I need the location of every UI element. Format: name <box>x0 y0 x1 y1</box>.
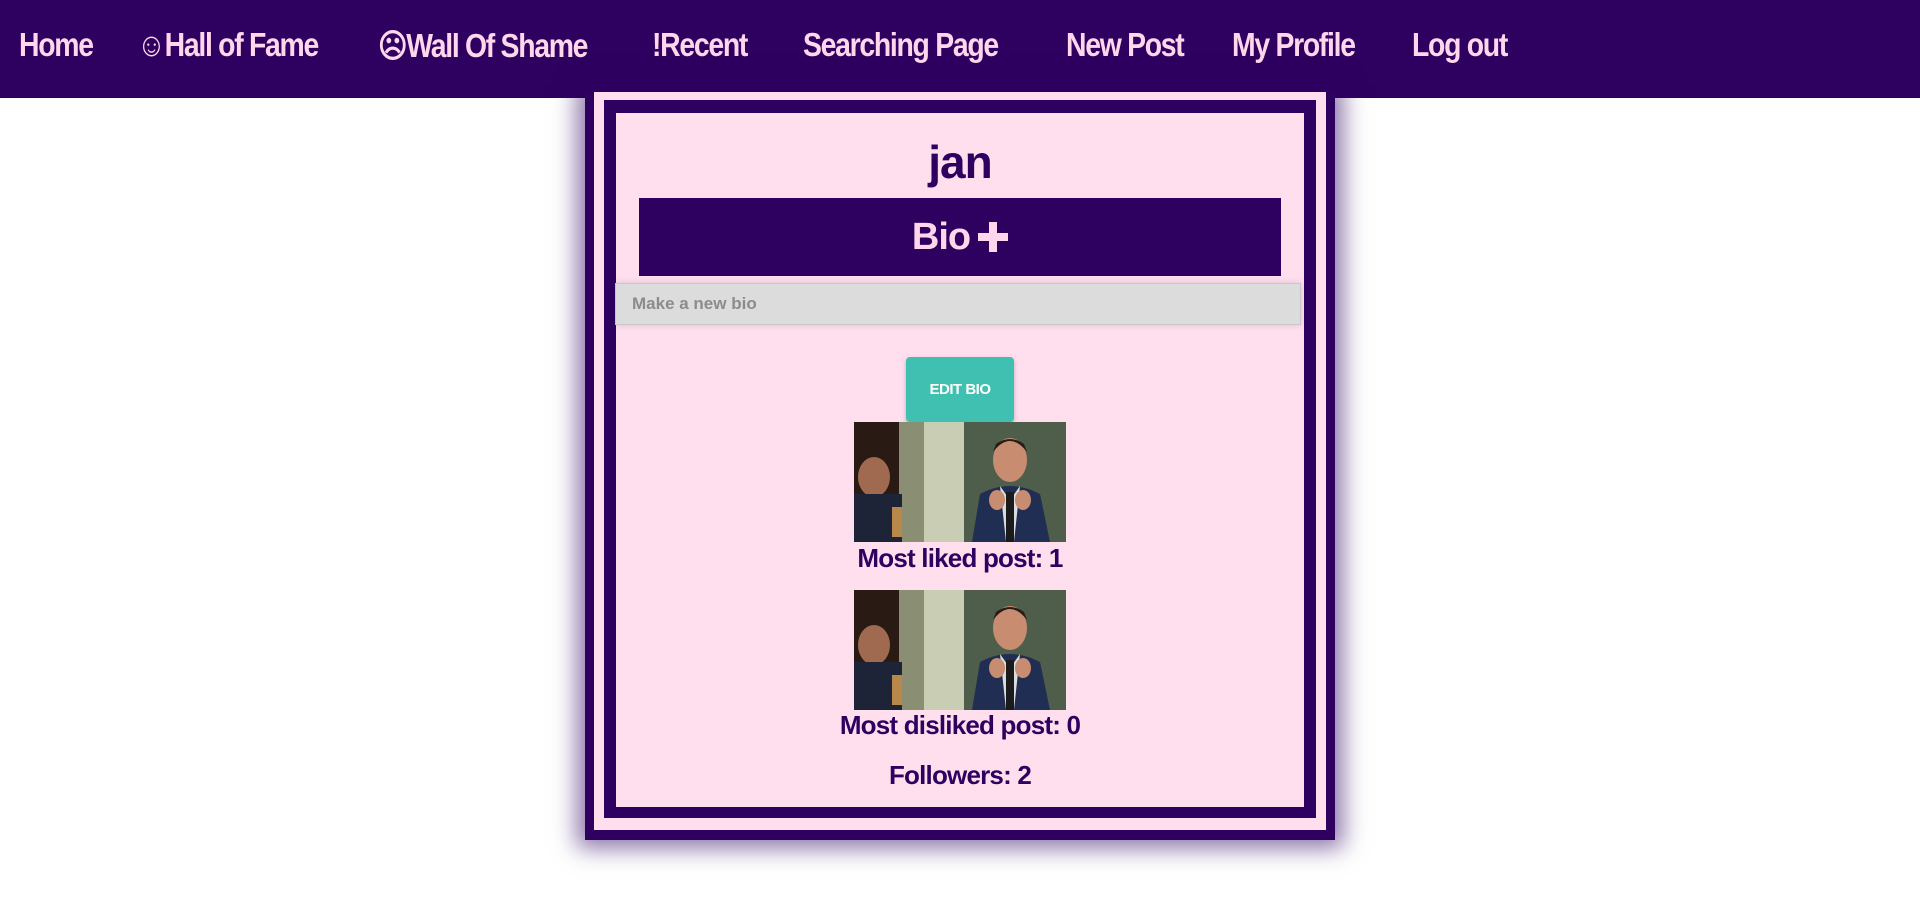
nav-home[interactable]: Home <box>19 26 94 64</box>
profile-card: jan Bio EDIT BIO Most liked post: 1 <box>615 113 1304 807</box>
most-liked-post-image[interactable] <box>854 422 1066 542</box>
plus-icon <box>978 222 1009 252</box>
bio-title: Bio <box>911 215 971 258</box>
nav-wall-of-shame[interactable]: ☹Wall Of Shame <box>378 26 588 65</box>
top-navbar: Home ☺Hall of Fame ☹Wall Of Shame !Recen… <box>0 0 1920 98</box>
nav-searching-page[interactable]: Searching Page <box>803 26 999 64</box>
nav-my-profile[interactable]: My Profile <box>1232 26 1356 64</box>
followers-count: Followers: 2 <box>888 760 1032 790</box>
nav-new-post[interactable]: New Post <box>1066 26 1185 64</box>
edit-bio-button[interactable]: EDIT BIO <box>906 357 1014 422</box>
most-liked-post-label: Most liked post: 1 <box>857 543 1063 573</box>
bio-toggle-bar[interactable]: Bio <box>639 198 1281 276</box>
nav-log-out[interactable]: Log out <box>1412 26 1508 64</box>
nav-hall-of-fame[interactable]: ☺Hall of Fame <box>137 26 319 64</box>
most-disliked-post-image[interactable] <box>854 590 1066 710</box>
most-disliked-post-label: Most disliked post: 0 <box>839 710 1081 740</box>
profile-username: jan <box>928 136 992 188</box>
nav-recent[interactable]: !Recent <box>652 26 748 64</box>
bio-input[interactable] <box>615 283 1301 325</box>
